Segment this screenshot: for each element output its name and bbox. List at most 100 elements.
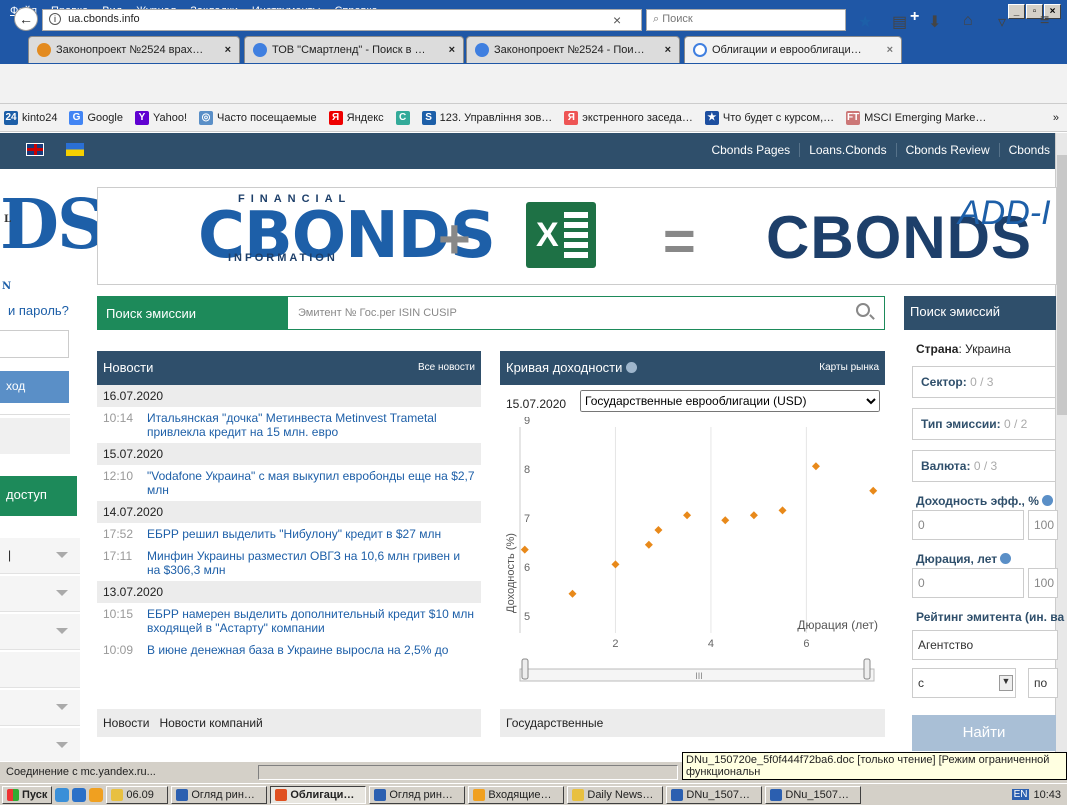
find-button[interactable]: Найти xyxy=(912,715,1056,751)
all-news-link[interactable]: Все новости xyxy=(418,362,475,373)
left-menu-item[interactable] xyxy=(0,576,80,612)
info-icon[interactable] xyxy=(1041,495,1053,506)
news-item[interactable]: 17:11 Минфин Украины разместил ОВГЗ на 10… xyxy=(97,545,481,581)
duration-to-input[interactable]: 100 xyxy=(1028,568,1058,598)
login-button[interactable]: ход xyxy=(0,371,69,403)
bookmark-item[interactable]: Яэкстренного заседа… xyxy=(564,110,693,125)
news-headline[interactable]: ЕБРР решил выделить "Нибулону" кредит в … xyxy=(147,527,441,541)
news-headline[interactable]: Итальянская "дочка" Метинвеста Metinvest… xyxy=(147,411,475,439)
news-item[interactable]: 10:15 ЕБРР намерен выделить дополнительны… xyxy=(97,603,481,639)
clear-url-icon[interactable]: × xyxy=(613,12,621,28)
new-tab-button[interactable]: + xyxy=(910,8,919,26)
left-menu-item[interactable] xyxy=(0,690,80,726)
access-button[interactable]: доступ xyxy=(0,476,77,516)
bookmark-item[interactable]: G Google xyxy=(69,110,123,125)
tab-news[interactable]: Новости xyxy=(103,716,149,730)
forgot-password-link[interactable]: и пароль? xyxy=(8,303,69,318)
info-icon[interactable] xyxy=(1000,553,1012,564)
currency-filter[interactable]: Валюта: 0 / 3 xyxy=(912,450,1056,482)
search-icon[interactable] xyxy=(856,303,870,317)
news-item[interactable]: 10:09 В июне денежная база в Украине выро… xyxy=(97,639,481,661)
bookmark-item[interactable]: ◎ Часто посещаемые xyxy=(199,110,317,125)
reading-list-icon[interactable]: ▤ xyxy=(892,12,907,32)
tab-close-icon[interactable]: × xyxy=(665,44,671,56)
left-menu-item[interactable] xyxy=(0,728,80,764)
taskbar-item[interactable]: DNu_1507… xyxy=(666,785,763,804)
yield-footer-tab[interactable]: Государственные xyxy=(500,709,885,737)
scrollbar-thumb[interactable] xyxy=(1057,155,1067,415)
minimize-button[interactable]: _ xyxy=(1008,4,1025,19)
link-cbonds-pages[interactable]: Cbonds Pages xyxy=(702,143,799,157)
uk-flag-icon[interactable] xyxy=(26,143,44,156)
tab-4-active[interactable]: Облигации и еврооблигаци… × xyxy=(684,36,902,63)
news-item[interactable]: 12:10 "Vodafone Украина" с мая выкупил ев… xyxy=(97,465,481,501)
cbonds-addin-banner[interactable]: CBONDS FINANCIAL INFORMATION + X = CBOND… xyxy=(97,187,1057,285)
tab-close-icon[interactable]: × xyxy=(225,44,231,56)
rating-to-select[interactable]: по xyxy=(1028,668,1058,698)
pocket-icon[interactable]: ▿ xyxy=(998,12,1006,32)
info-icon[interactable]: i xyxy=(49,13,61,25)
downloads-icon[interactable]: ⬇ xyxy=(928,12,941,32)
news-headline[interactable]: "Vodafone Украина" с мая выкупил евробон… xyxy=(147,469,475,497)
start-button[interactable]: Пуск xyxy=(2,785,53,804)
bookmark-item[interactable]: Я Яндекс xyxy=(328,110,384,125)
tab-2[interactable]: ТОВ "Смартленд" - Поиск в … × xyxy=(244,36,464,63)
taskbar-item[interactable]: 06.09 xyxy=(106,785,169,804)
news-item[interactable]: 10:14 Итальянская "дочка" Метинвеста Meti… xyxy=(97,407,481,443)
bookmark-star-icon[interactable]: ★ xyxy=(858,12,872,32)
yield-curve-select[interactable]: Государственные еврооблигации (USD) xyxy=(580,390,880,412)
tab-company-news[interactable]: Новости компаний xyxy=(159,716,262,730)
news-headline[interactable]: Минфин Украины разместил ОВГЗ на 10,6 мл… xyxy=(147,549,475,577)
agency-select[interactable]: Агентство xyxy=(912,630,1058,660)
taskbar-item[interactable]: Огляд рин… xyxy=(171,785,268,804)
tab-1[interactable]: Законопроект №2524 врах… × xyxy=(28,36,240,63)
taskbar-item[interactable]: Огляд рин… xyxy=(369,785,466,804)
emission-search-input[interactable]: Эмитент № Гос.рег ISIN CUSIP xyxy=(298,307,457,319)
rating-from-select[interactable]: с ▼ xyxy=(912,668,1016,698)
hamburger-menu-icon[interactable]: ≡ xyxy=(1040,12,1049,30)
ukraine-flag-icon[interactable] xyxy=(66,143,84,156)
taskbar-item[interactable]: Daily News… xyxy=(567,785,664,804)
bookmark-item[interactable]: Y Yahoo! xyxy=(134,110,187,125)
sector-filter[interactable]: Сектор: 0 / 3 xyxy=(912,366,1056,398)
browser-search-input[interactable]: ⌕ Поиск xyxy=(646,9,846,31)
taskbar-item[interactable]: DNu_1507… xyxy=(765,785,862,804)
bookmark-item[interactable]: FT MSCI Emerging Marke… xyxy=(846,110,986,125)
tab-3[interactable]: Законопроект №2524 - Пои… × xyxy=(466,36,680,63)
dropdown-arrow-icon[interactable]: ▼ xyxy=(999,675,1013,691)
issue-type-filter[interactable]: Тип эмиссии: 0 / 2 xyxy=(912,408,1056,440)
taskbar-item[interactable]: Входящие… xyxy=(468,785,565,804)
market-maps-link[interactable]: Карты рынка xyxy=(819,362,879,373)
news-headline[interactable]: ЕБРР намерен выделить дополнительный кре… xyxy=(147,607,475,635)
country-filter[interactable]: Страна: Украина xyxy=(916,342,1011,356)
link-cbonds[interactable]: Cbonds xyxy=(998,143,1059,157)
quicklaunch-icon[interactable] xyxy=(55,787,70,802)
info-icon[interactable] xyxy=(626,362,638,373)
yield-from-input[interactable]: 0 xyxy=(912,510,1024,540)
more-bookmarks-icon[interactable]: » xyxy=(1053,112,1067,124)
quicklaunch-icon[interactable] xyxy=(72,787,87,802)
back-button[interactable]: ← xyxy=(14,7,38,31)
password-field[interactable] xyxy=(0,330,69,358)
yield-to-input[interactable]: 100 xyxy=(1028,510,1058,540)
duration-from-input[interactable]: 0 xyxy=(912,568,1024,598)
news-item[interactable]: 17:52 ЕБРР решил выделить "Нибулону" кред… xyxy=(97,523,481,545)
quicklaunch-icon[interactable] xyxy=(89,787,104,802)
link-loans-cbonds[interactable]: Loans.Cbonds xyxy=(799,143,895,157)
site-logo-partial[interactable]: L DS N xyxy=(0,190,106,292)
bookmark-item[interactable]: S 123. Управління зов… xyxy=(421,110,552,125)
bookmark-item[interactable]: 24 kinto24 xyxy=(4,110,57,125)
language-indicator[interactable]: EN xyxy=(1011,789,1030,800)
left-menu-item[interactable]: | xyxy=(0,538,80,574)
news-headline[interactable]: В июне денежная база в Украине выросла н… xyxy=(147,643,448,657)
bookmark-item[interactable]: ★ Что будет с курсом,… xyxy=(704,110,834,125)
link-cbonds-review[interactable]: Cbonds Review xyxy=(895,143,999,157)
left-menu-item[interactable] xyxy=(0,614,80,650)
bookmark-item[interactable]: C xyxy=(395,110,410,125)
home-icon[interactable]: ⌂ xyxy=(963,12,973,30)
left-menu-item[interactable] xyxy=(0,652,80,688)
tab-close-icon[interactable]: × xyxy=(887,44,893,56)
tab-close-icon[interactable]: × xyxy=(449,44,455,56)
url-bar[interactable]: i ua.cbonds.info xyxy=(42,9,642,31)
taskbar-item[interactable]: Облигаци… xyxy=(270,785,367,804)
